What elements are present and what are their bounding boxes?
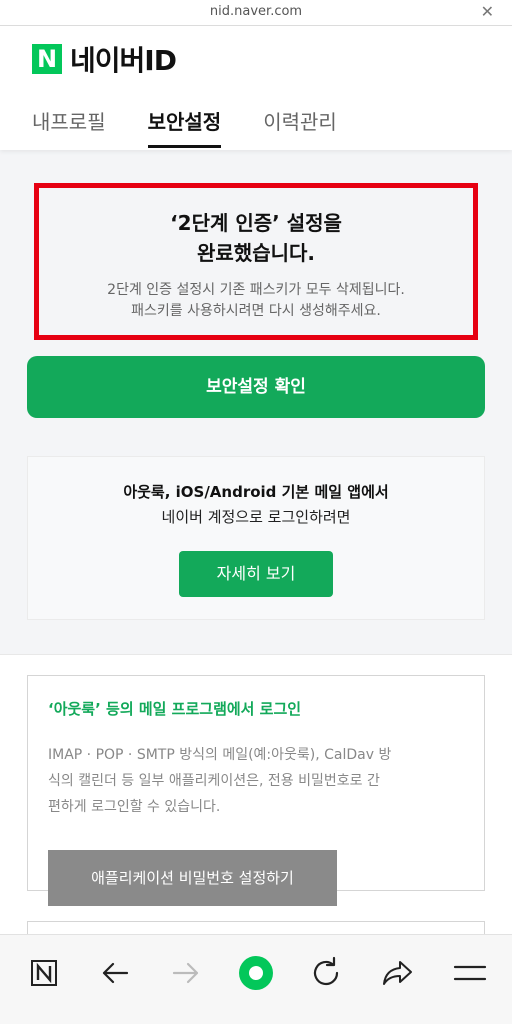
back-arrow-icon[interactable]: [95, 953, 135, 993]
completion-message-box: ‘2단계 인증’ 설정을 완료했습니다. 2단계 인증 설정시 기존 패스키가 …: [34, 183, 478, 340]
completion-title-line2: 완료했습니다.: [197, 241, 315, 265]
app-desc-line1: IMAP · POP · SMTP 방식의 메일(예:아웃룩), CalDav …: [48, 747, 392, 763]
home-circle-icon[interactable]: [236, 953, 276, 993]
refresh-icon[interactable]: [306, 953, 346, 993]
naver-n-icon[interactable]: [24, 953, 64, 993]
page-header: N 네이버ID 내프로필 보안설정 이력관리: [0, 26, 512, 150]
completion-desc-line1: 2단계 인증 설정시 기존 패스키가 모두 삭제됩니다.: [107, 282, 405, 298]
completion-title: ‘2단계 인증’ 설정을 완료했습니다.: [39, 208, 473, 268]
mail-card-subheading: 네이버 계정으로 로그인하려면: [161, 508, 351, 526]
browser-toolbar: [0, 934, 512, 1024]
forward-arrow-icon: [172, 962, 199, 984]
tab-history[interactable]: 이력관리: [263, 106, 337, 148]
tab-security-settings[interactable]: 보안설정: [147, 106, 221, 148]
menu-icon[interactable]: [450, 953, 490, 993]
logo-text: 네이버ID: [70, 44, 177, 77]
completion-description: 2단계 인증 설정시 기존 패스키가 모두 삭제됩니다. 패스키를 사용하시려면…: [39, 280, 473, 322]
app-desc-line3: 편하게 로그인할 수 있습니다.: [48, 799, 221, 815]
url-text[interactable]: nid.naver.com: [0, 4, 512, 19]
browser-url-bar: nid.naver.com ✕: [0, 0, 512, 26]
app-password-description: IMAP · POP · SMTP 방식의 메일(예:아웃룩), CalDav …: [48, 742, 468, 820]
tab-my-profile[interactable]: 내프로필: [32, 106, 106, 148]
set-app-password-button[interactable]: 애플리케이션 비밀번호 설정하기: [48, 850, 337, 906]
app-password-card: ‘아웃룩’ 등의 메일 프로그램에서 로그인 IMAP · POP · SMTP…: [27, 675, 485, 906]
completion-title-line1: ‘2단계 인증’ 설정을: [170, 211, 342, 235]
tab-bar: 내프로필 보안설정 이력관리: [32, 106, 379, 148]
mail-card-heading: 아웃룩, iOS/Android 기본 메일 앱에서: [123, 483, 389, 501]
view-details-button[interactable]: 자세히 보기: [179, 551, 333, 597]
share-icon[interactable]: [378, 953, 418, 993]
naver-logo-mark: N: [32, 44, 62, 74]
app-password-section: ‘아웃룩’ 등의 메일 프로그램에서 로그인 IMAP · POP · SMTP…: [0, 654, 512, 941]
naver-id-logo[interactable]: N 네이버ID: [32, 44, 177, 77]
app-password-title: ‘아웃룩’ 등의 메일 프로그램에서 로그인: [48, 700, 302, 718]
app-desc-line2: 식의 캘린더 등 일부 애플리케이션은, 전용 비밀번호로 간: [48, 773, 380, 789]
completion-desc-line2: 패스키를 사용하시려면 다시 생성해주세요.: [131, 303, 381, 319]
close-icon[interactable]: ✕: [481, 2, 494, 21]
confirm-security-settings-button[interactable]: 보안설정 확인: [27, 356, 485, 418]
mail-app-card: 아웃룩, iOS/Android 기본 메일 앱에서 네이버 계정으로 로그인하…: [27, 456, 485, 620]
